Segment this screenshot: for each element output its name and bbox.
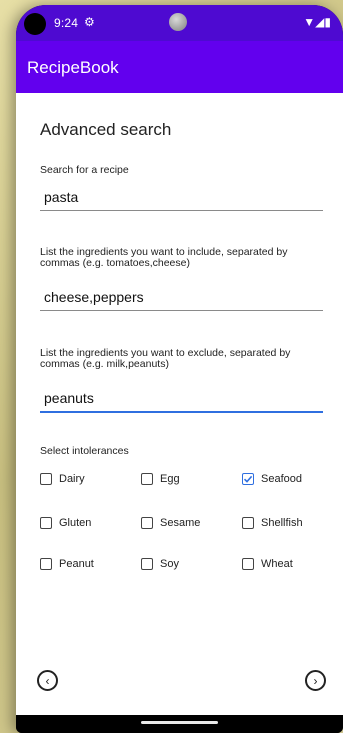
intolerance-peanut[interactable]: Peanut <box>40 558 94 570</box>
include-input[interactable] <box>40 284 327 310</box>
app-title: RecipeBook <box>27 58 119 77</box>
signal-battery-icons: ▼◢▮ <box>303 15 331 29</box>
intolerance-label: Peanut <box>59 558 94 570</box>
checkbox-icon[interactable] <box>141 473 153 485</box>
intolerance-row: Dairy Egg Seafood <box>40 473 330 493</box>
checkbox-icon[interactable] <box>242 558 254 570</box>
advanced-search-screen: Advanced search Search for a recipe List… <box>16 93 343 715</box>
phone-frame: 9:24 ⚙ ▼◢▮ RecipeBook Advanced search Se… <box>16 5 343 733</box>
intolerance-soy[interactable]: Soy <box>141 558 179 570</box>
exclude-field[interactable] <box>40 385 327 413</box>
center-indicator <box>169 13 187 31</box>
intolerance-label: Soy <box>160 558 179 570</box>
intolerance-sesame[interactable]: Sesame <box>141 517 200 529</box>
intolerance-label: Dairy <box>59 473 85 485</box>
search-input[interactable] <box>40 184 327 210</box>
intolerance-label: Seafood <box>261 473 302 485</box>
gear-icon: ⚙ <box>84 15 95 29</box>
checkmark-icon <box>243 475 253 483</box>
include-label: List the ingredients you want to include… <box>40 246 288 269</box>
checkbox-icon[interactable] <box>40 517 52 529</box>
intolerance-row: Gluten Sesame Shellfish <box>40 517 330 537</box>
intolerance-wheat[interactable]: Wheat <box>242 558 293 570</box>
intolerance-label: Wheat <box>261 558 293 570</box>
intolerance-label: Gluten <box>59 517 92 529</box>
intolerance-label: Sesame <box>160 517 201 529</box>
intolerance-label: Shellfish <box>261 517 303 529</box>
chevron-left-circle-icon[interactable]: ‹ <box>37 670 58 691</box>
checkbox-icon[interactable] <box>141 558 153 570</box>
page-title: Advanced search <box>40 120 172 139</box>
intolerance-dairy[interactable]: Dairy <box>40 473 85 485</box>
checkbox-icon[interactable] <box>40 473 52 485</box>
checkbox-checked-icon[interactable] <box>242 473 254 485</box>
intolerance-egg[interactable]: Egg <box>141 473 180 485</box>
search-label: Search for a recipe <box>40 164 129 176</box>
app-bar: RecipeBook <box>16 41 343 93</box>
home-indicator[interactable] <box>141 721 218 724</box>
checkbox-icon[interactable] <box>141 517 153 529</box>
checkbox-icon[interactable] <box>40 558 52 570</box>
status-time: 9:24 <box>54 16 79 30</box>
search-field[interactable] <box>40 184 327 211</box>
intolerance-shellfish[interactable]: Shellfish <box>242 517 303 529</box>
intolerances-label: Select intolerances <box>40 445 129 457</box>
checkbox-icon[interactable] <box>242 517 254 529</box>
exclude-label: List the ingredients you want to exclude… <box>40 347 291 370</box>
camera-cutout <box>24 13 46 35</box>
navigation-bar <box>16 715 343 733</box>
intolerance-row: Peanut Soy Wheat <box>40 558 330 578</box>
chevron-right-circle-icon[interactable]: › <box>305 670 326 691</box>
include-field[interactable] <box>40 284 327 311</box>
intolerance-seafood[interactable]: Seafood <box>242 473 302 485</box>
exclude-input[interactable] <box>40 385 327 411</box>
intolerance-label: Egg <box>160 473 180 485</box>
status-bar: 9:24 ⚙ ▼◢▮ <box>16 5 343 41</box>
intolerance-gluten[interactable]: Gluten <box>40 517 91 529</box>
